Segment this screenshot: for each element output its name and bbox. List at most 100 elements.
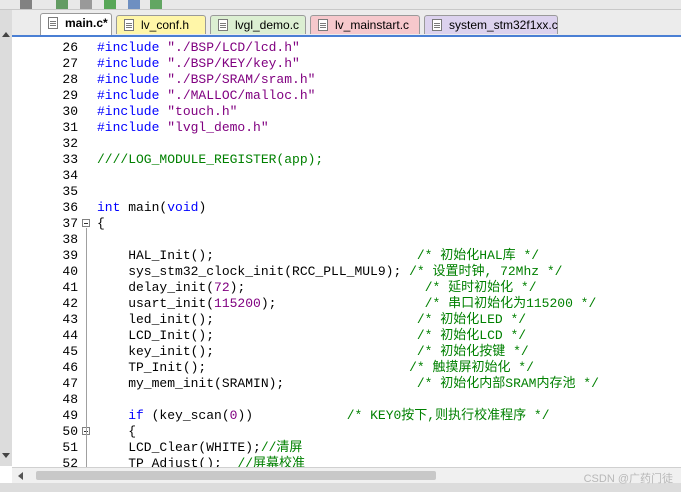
code-line[interactable]: 46 TP_Init(); /* 触摸屏初始化 */ — [12, 360, 681, 376]
code-token: "./BSP/KEY/key.h" — [167, 56, 300, 71]
fold-guide-line — [86, 228, 87, 467]
code-text: usart_init(115200); /* 串口初始化为115200 */ — [97, 296, 596, 312]
code-line[interactable]: 42 usart_init(115200); /* 串口初始化为115200 *… — [12, 296, 681, 312]
status-strip — [0, 483, 681, 492]
code-token: #include — [97, 40, 168, 55]
file-icon — [124, 19, 134, 31]
line-number: 39 — [62, 248, 78, 263]
code-text: #include "./BSP/LCD/lcd.h" — [97, 40, 300, 56]
code-token: 72 — [214, 280, 230, 295]
window-icon[interactable] — [80, 0, 92, 9]
code-line[interactable]: 49 if (key_scan(0)) /* KEY0按下,则执行校准程序 */ — [12, 408, 681, 424]
code-line[interactable]: 47 my_mem_init(SRAMIN); /* 初始化内部SRAM内存池 … — [12, 376, 681, 392]
code-text: #include "./BSP/KEY/key.h" — [97, 56, 300, 72]
code-line[interactable]: 52 TP_Adjust(); //屏幕校准 — [12, 456, 681, 467]
line-number: 49 — [62, 408, 78, 423]
code-token: //清屏 — [260, 440, 303, 455]
filter-icon[interactable] — [128, 0, 140, 9]
scrollbar-thumb[interactable] — [36, 471, 436, 480]
tab-label: system_stm32f1xx.c — [449, 18, 558, 32]
code-line[interactable]: 31 #include "lvgl_demo.h" — [12, 120, 681, 136]
editor-tab-bar: main.c* lv_conf.h lvgl_demo.c lv_mainstart.… — [12, 10, 681, 37]
tab-label: lv_conf.h — [141, 18, 190, 32]
line-number: 34 — [62, 168, 78, 183]
code-line[interactable]: 34 — [12, 168, 681, 184]
code-line[interactable]: 36 int main(void) — [12, 200, 681, 216]
code-line[interactable]: 33 ////LOG_MODULE_REGISTER(app); — [12, 152, 681, 168]
code-token: delay_init( — [97, 280, 215, 295]
code-line[interactable]: 38 — [12, 232, 681, 248]
tab-main-c[interactable]: main.c* — [40, 13, 112, 35]
code-line[interactable]: 28 #include "./BSP/SRAM/sram.h" — [12, 72, 681, 88]
scroll-down-arrow-icon[interactable] — [2, 453, 10, 458]
tab-label: lv_mainstart.c — [335, 18, 410, 32]
code-token: ); — [260, 296, 425, 311]
code-line[interactable]: 37 { — [12, 216, 681, 232]
fold-toggle-icon[interactable] — [82, 219, 90, 227]
code-line[interactable]: 32 — [12, 136, 681, 152]
code-line[interactable]: 29 #include "./MALLOC/malloc.h" — [12, 88, 681, 104]
code-line[interactable]: 51 LCD_Clear(WHITE);//清屏 — [12, 440, 681, 456]
tab-lvgl-demo-c[interactable]: lvgl_demo.c — [210, 15, 306, 34]
code-line[interactable]: 50 { — [12, 424, 681, 440]
scroll-left-arrow-icon[interactable] — [18, 472, 23, 480]
tab-lv-mainstart-c[interactable]: lv_mainstart.c — [310, 15, 420, 34]
watermark: CSDN @广药门徒 — [583, 473, 673, 485]
code-token: if — [128, 408, 144, 423]
line-number: 43 — [62, 312, 78, 327]
code-text: ////LOG_MODULE_REGISTER(app); — [97, 152, 323, 168]
code-editor[interactable]: 26 #include "./BSP/LCD/lcd.h" 27 #include "… — [12, 37, 681, 467]
code-token: { — [97, 424, 137, 439]
code-token: //屏幕校准 — [237, 456, 306, 467]
line-number: 29 — [62, 88, 78, 103]
code-line[interactable]: 30 #include "touch.h" — [12, 104, 681, 120]
code-token: /* 初始化LCD */ — [416, 328, 527, 343]
code-line[interactable]: 44 LCD_Init(); /* 初始化LCD */ — [12, 328, 681, 344]
code-line[interactable]: 41 delay_init(72); /* 延时初始化 */ — [12, 280, 681, 296]
code-line[interactable]: 26 #include "./BSP/LCD/lcd.h" — [12, 40, 681, 56]
code-token: /* KEY0按下,则执行校准程序 */ — [346, 408, 550, 423]
line-number: 46 — [62, 360, 78, 375]
code-line[interactable]: 35 — [12, 184, 681, 200]
tools-icon[interactable] — [20, 0, 32, 9]
diamond-icon[interactable] — [104, 0, 116, 9]
code-token: /* 延时初始化 */ — [424, 280, 537, 295]
file-icon — [432, 19, 442, 31]
code-token: "touch.h" — [167, 104, 238, 119]
code-line[interactable]: 45 key_init(); /* 初始化按键 */ — [12, 344, 681, 360]
code-line[interactable]: 43 led_init(); /* 初始化LED */ — [12, 312, 681, 328]
code-token: (key_scan( — [143, 408, 230, 423]
horizontal-scrollbar[interactable] — [12, 467, 681, 483]
line-number: 35 — [62, 184, 78, 199]
layout-icon[interactable] — [56, 0, 68, 9]
tab-label: lvgl_demo.c — [235, 18, 300, 32]
line-number: 33 — [62, 152, 78, 167]
code-token: /* 初始化内部SRAM内存池 */ — [416, 376, 599, 391]
line-number: 31 — [62, 120, 78, 135]
code-token: "lvgl_demo.h" — [167, 120, 269, 135]
code-line[interactable]: 40 sys_stm32_clock_init(RCC_PLL_MUL9); /… — [12, 264, 681, 280]
line-number: 51 — [62, 440, 78, 455]
code-text: HAL_Init(); /* 初始化HAL库 */ — [97, 248, 539, 264]
tab-lv-conf-h[interactable]: lv_conf.h — [116, 15, 206, 34]
line-number: 38 — [62, 232, 78, 247]
code-text: LCD_Init(); /* 初始化LCD */ — [97, 328, 526, 344]
line-number: 37 — [62, 216, 78, 231]
code-token: #include — [97, 88, 168, 103]
code-token: "./BSP/SRAM/sram.h" — [167, 72, 316, 87]
check-window-icon[interactable] — [150, 0, 162, 9]
code-token: my_mem_init(SRAMIN); — [97, 376, 417, 391]
line-number: 50 — [62, 424, 78, 439]
code-token: sys_stm32_clock_init(RCC_PLL_MUL9); — [97, 264, 410, 279]
code-line[interactable]: 48 — [12, 392, 681, 408]
code-text: { — [97, 216, 105, 232]
code-text: sys_stm32_clock_init(RCC_PLL_MUL9); /* 设… — [97, 264, 562, 280]
code-line[interactable]: 27 #include "./BSP/KEY/key.h" — [12, 56, 681, 72]
tab-system-stm32f1xx-c[interactable]: system_stm32f1xx.c — [424, 15, 558, 34]
code-line[interactable]: 39 HAL_Init(); /* 初始化HAL库 */ — [12, 248, 681, 264]
code-token: /* 触摸屏初始化 */ — [409, 360, 534, 375]
code-token: "./BSP/LCD/lcd.h" — [167, 40, 300, 55]
code-text: if (key_scan(0)) /* KEY0按下,则执行校准程序 */ — [97, 408, 550, 424]
scroll-up-arrow-icon[interactable] — [2, 32, 10, 37]
code-token: /* 初始化HAL库 */ — [416, 248, 540, 263]
